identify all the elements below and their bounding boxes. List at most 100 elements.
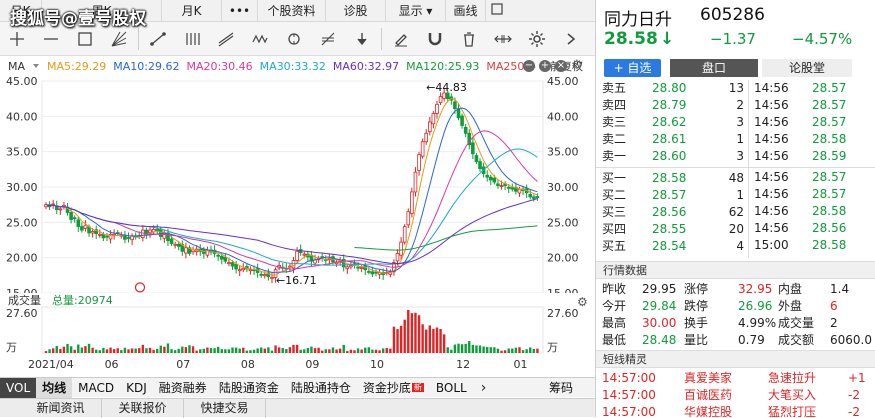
tab-display[interactable]: 显示 ▾ <box>386 0 446 22</box>
bottom-nav-item[interactable]: 新闻资讯 <box>20 399 102 418</box>
short-line-item[interactable]: 14:57:00 真爱美家 急速拉升 +1 <box>602 370 874 387</box>
channel-icon[interactable] <box>209 22 243 56</box>
candle-body <box>460 115 464 126</box>
volume-bar <box>503 350 507 353</box>
candle-body <box>148 229 152 233</box>
order-label: 买三 <box>602 205 627 219</box>
volume-bar <box>335 349 338 353</box>
candle-body <box>428 121 432 132</box>
volume-bar <box>249 350 252 353</box>
indicator-tab[interactable]: KDJ <box>120 378 153 398</box>
y-tick-label-right: 45.00 <box>547 75 579 88</box>
volume-bar <box>532 348 536 353</box>
order-volume: 4 <box>736 239 744 253</box>
candle-body <box>463 126 468 134</box>
volume-bar <box>216 346 220 353</box>
tick-time: 14:56 <box>754 204 789 218</box>
x-tick-label: 07 <box>176 358 190 371</box>
volume-bar <box>410 313 414 353</box>
volume-settings-icon[interactable]: ⚙ <box>577 295 588 309</box>
volume-bar <box>317 347 320 353</box>
indicator-tab[interactable]: BOLL <box>430 378 473 398</box>
tab-drawing[interactable]: 画线 <box>446 0 486 22</box>
kline-chart[interactable]: 45.00 45.00 40.00 40.00 35.00 35.00 30.00 30.00… <box>0 75 595 378</box>
volume-bar <box>227 349 231 353</box>
indicator-tab[interactable]: 融资融券 <box>153 378 213 398</box>
bottom-nav-item[interactable]: 快捷交易 <box>184 399 266 418</box>
drag-icon[interactable] <box>486 22 520 56</box>
tabs-scroll-icon[interactable]: › <box>481 380 487 396</box>
kline-panel: 日K 周K 月K ••• 个股资料 诊股 显示 ▾ 画线 搜狐号@壹号股权 MA <box>0 0 595 418</box>
market-cell: 2 <box>830 316 838 330</box>
volume-bar <box>303 349 306 353</box>
order-price: 28.57 <box>652 188 687 202</box>
more-arrow-icon[interactable] <box>554 22 588 56</box>
indicator-settings-icon[interactable]: ⚙ <box>571 59 583 72</box>
low-annotation: ←16.71 <box>276 274 317 287</box>
tab-orderbook[interactable]: 盘口 <box>670 59 758 77</box>
volume-bar <box>353 350 356 353</box>
tab-company-info[interactable]: 个股资料 <box>258 0 326 22</box>
candle-body <box>80 226 84 231</box>
bottom-nav-item[interactable]: 关联报价 <box>102 399 184 418</box>
candle-body <box>76 219 81 227</box>
indicator-tab[interactable]: 陆股通资金 <box>213 378 285 398</box>
short-line-item[interactable]: 14:57:00 华媒控股 猛烈打压 -2 <box>602 404 874 417</box>
tab-diagnosis[interactable]: 诊股 <box>326 0 386 22</box>
candle-body <box>98 233 102 236</box>
indicator-tab[interactable]: MACD <box>72 378 120 398</box>
volume-bar <box>475 345 478 353</box>
volume-bar <box>120 350 123 353</box>
order-volume: 13 <box>728 81 744 95</box>
volume-bar <box>116 348 119 353</box>
volume-bar <box>102 347 105 353</box>
indicator-tab[interactable]: VOL <box>0 377 37 398</box>
expand-icon[interactable]: + <box>539 60 551 72</box>
cycle-icon[interactable] <box>277 22 311 56</box>
tick-price: 28.57 <box>812 98 847 112</box>
tab-monthly[interactable]: 月K <box>162 0 222 22</box>
volume-total: 总量:20974 <box>52 293 113 307</box>
indicator-tab[interactable]: 筹码 <box>543 378 579 398</box>
market-cell: 28.48 <box>642 333 677 347</box>
short-line-item[interactable]: 14:57:00 百诚医药 大笔买入 -2 <box>602 387 874 404</box>
tab-more[interactable]: ••• <box>222 0 258 22</box>
indicator-label[interactable]: MA <box>8 60 25 73</box>
close-indicator-icon[interactable]: × <box>555 60 567 72</box>
volume-bar <box>44 351 48 353</box>
settings-icon[interactable] <box>520 22 554 56</box>
indicator-tab[interactable]: 陆股通持仓 <box>285 378 357 398</box>
volume-bar <box>403 319 406 353</box>
candle-body <box>424 132 429 143</box>
divider <box>748 80 749 258</box>
indicator-tab[interactable]: 均线 <box>36 377 73 398</box>
volume-bar <box>324 349 327 353</box>
order-price: 28.61 <box>652 132 687 146</box>
candle-body <box>413 171 418 193</box>
candle-body <box>169 238 174 244</box>
magnet-icon[interactable] <box>418 22 452 56</box>
wave-icon[interactable] <box>243 22 277 56</box>
collapse-icon[interactable]: − <box>523 60 535 72</box>
square-icon[interactable] <box>486 0 508 22</box>
trash-icon[interactable] <box>452 22 486 56</box>
arrow-down-icon[interactable] <box>345 22 379 56</box>
fib-icon[interactable] <box>311 22 345 56</box>
order-price: 28.62 <box>652 115 687 129</box>
add-watchlist-button[interactable]: + 自选 <box>604 59 661 77</box>
indicator-tab[interactable]: 资金抄底新 <box>357 378 430 398</box>
candle-body <box>141 229 145 238</box>
market-cell: 昨收 <box>602 282 627 296</box>
tab-forum[interactable]: 论股堂 <box>762 59 852 77</box>
bars-icon[interactable] <box>175 22 209 56</box>
volume-bar <box>220 349 223 353</box>
eraser-icon[interactable] <box>384 22 418 56</box>
candle-body <box>402 226 407 243</box>
market-cell: 最高 <box>602 316 627 330</box>
trendline-icon[interactable] <box>141 22 175 56</box>
market-cell: 成交量 <box>778 316 815 330</box>
event-marker-icon[interactable] <box>134 282 146 293</box>
volume-bar <box>48 349 51 353</box>
volume-bar <box>407 309 410 353</box>
candle-body <box>227 262 231 265</box>
